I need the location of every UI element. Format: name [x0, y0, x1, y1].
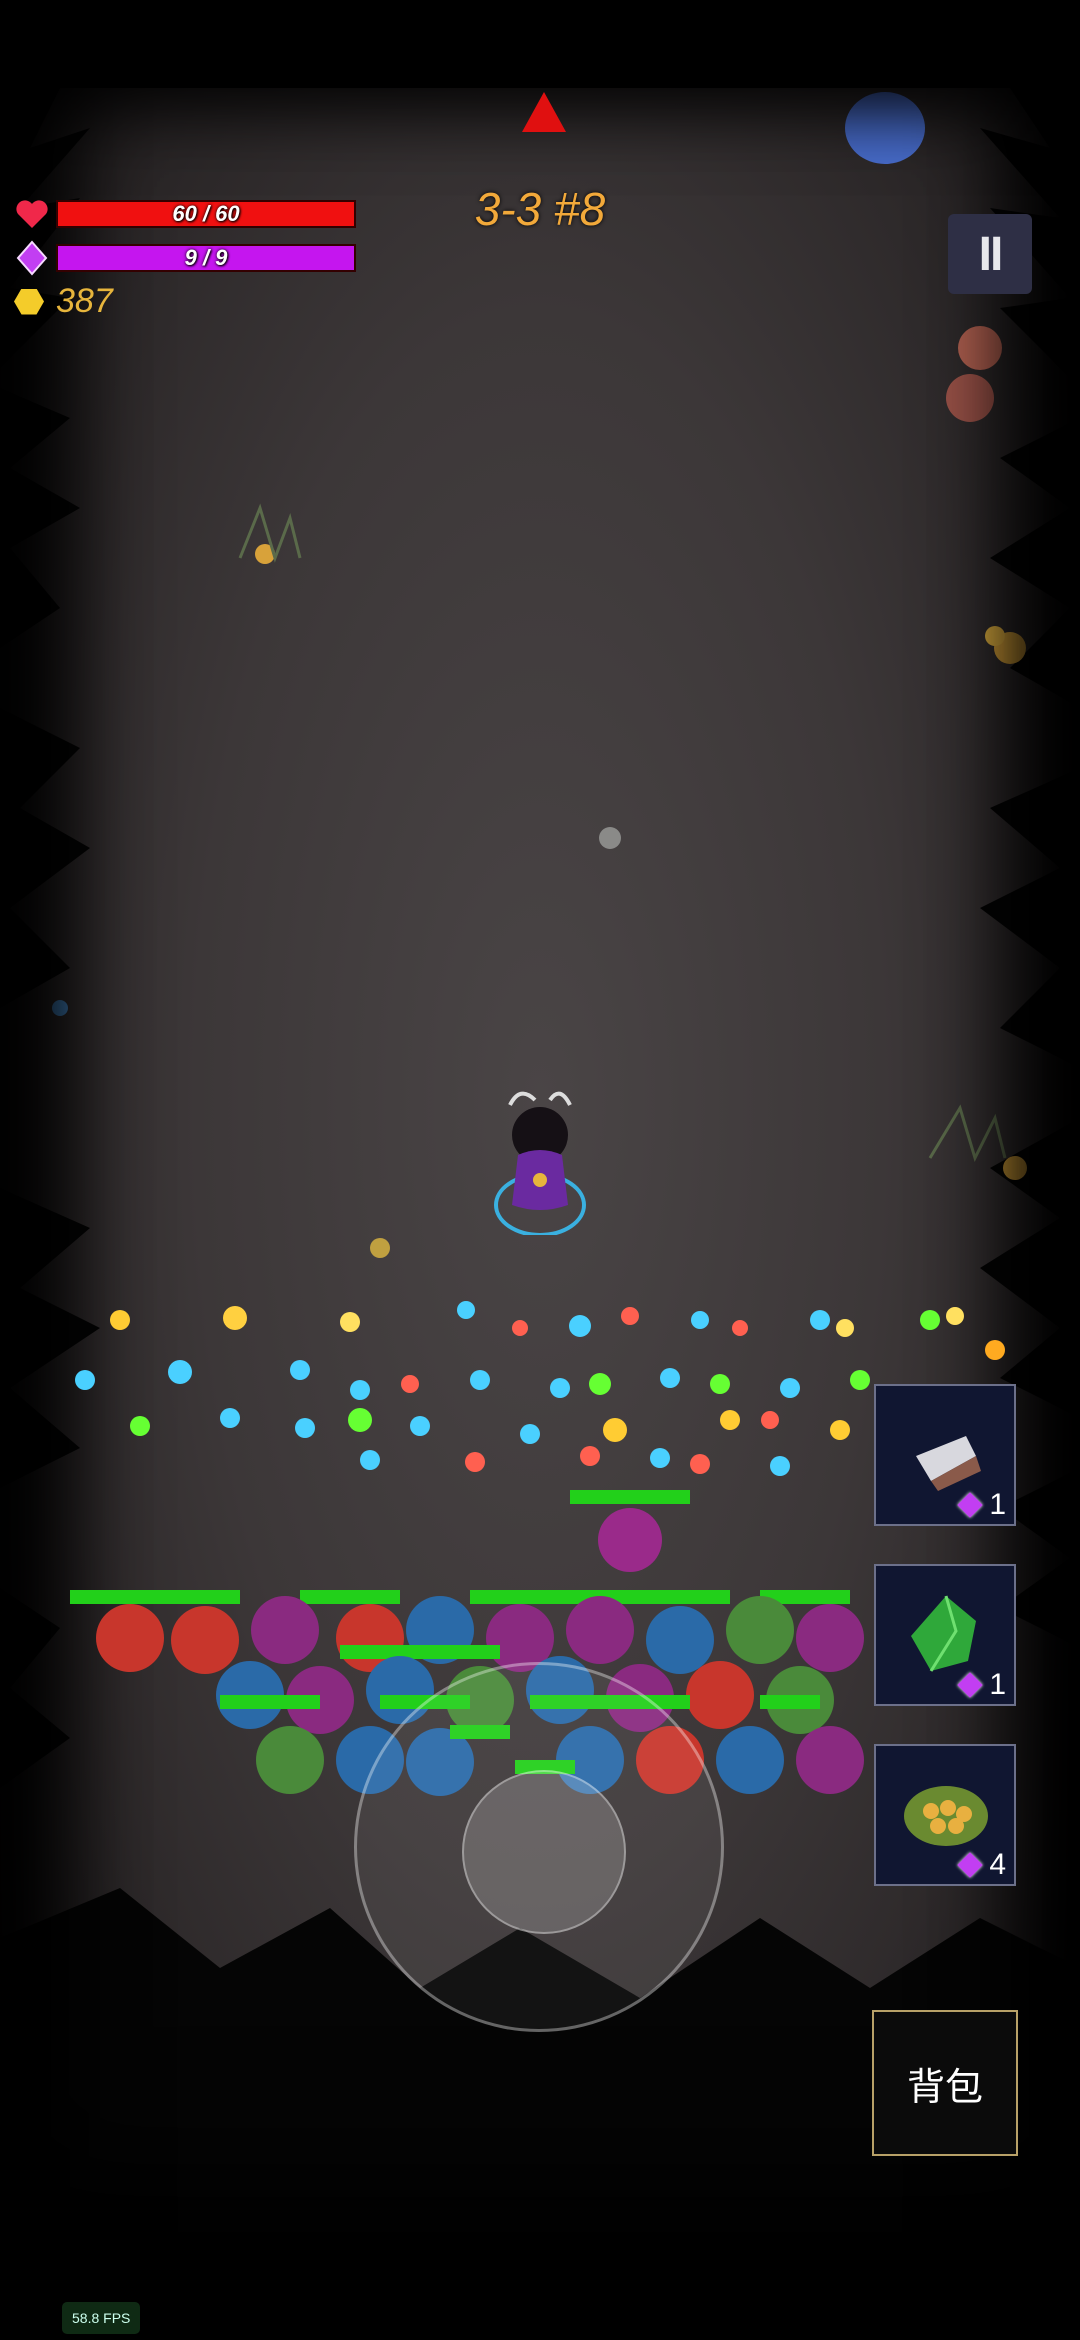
skill-cost-value: 4 — [989, 1848, 1006, 1881]
joystick-knob[interactable] — [462, 1770, 626, 1934]
gold-counter: 387 — [14, 282, 113, 321]
skill-slot-2[interactable]: 1 — [874, 1564, 1016, 1706]
gem-icon — [14, 240, 50, 276]
inventory-button[interactable]: 背包 — [872, 2010, 1018, 2156]
up-arrow-icon — [522, 92, 566, 132]
skill-cost-value: 1 — [989, 1488, 1006, 1521]
status-bar — [0, 0, 1080, 88]
skill-slot-3[interactable]: 4 — [874, 1744, 1016, 1886]
virtual-joystick[interactable] — [354, 1662, 724, 2032]
mp-bar: 9 / 9 — [56, 244, 356, 272]
skill-cost: 1 — [957, 1668, 1006, 1702]
fps-counter: 58.8 FPS — [62, 2302, 141, 2334]
skill-cost: 1 — [957, 1488, 1006, 1522]
pause-button[interactable]: II — [948, 214, 1032, 294]
skill-slot-1[interactable]: 1 — [874, 1384, 1016, 1526]
player-character — [494, 1091, 586, 1235]
mp-bar-row: 9 / 9 — [14, 240, 356, 276]
gold-value: 387 — [56, 282, 113, 320]
gem-icon — [957, 1492, 984, 1518]
gem-icon — [957, 1672, 984, 1698]
coin-icon — [14, 288, 44, 315]
inventory-label: 背包 — [906, 2064, 983, 2109]
pause-icon: II — [978, 227, 1004, 281]
stage-label: 3-3 #8 — [474, 183, 606, 235]
mp-text: 9 / 9 — [184, 245, 228, 270]
gem-icon — [957, 1852, 984, 1878]
skill-cost-value: 1 — [989, 1668, 1006, 1701]
skill-cost: 4 — [957, 1848, 1006, 1882]
